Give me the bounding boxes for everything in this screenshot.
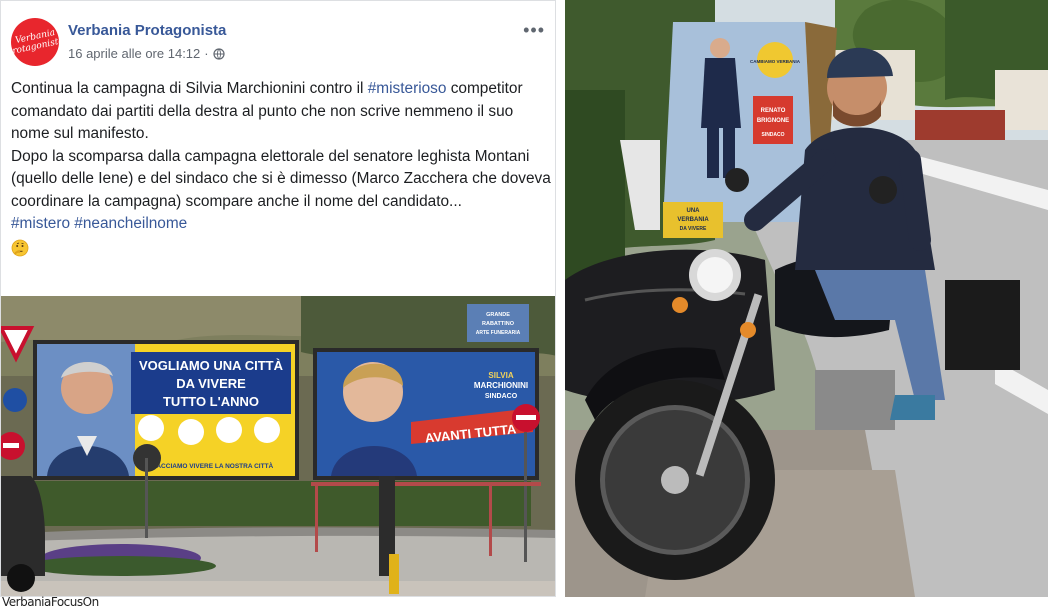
small-sign-line2: RABATTINO [482,321,515,327]
lega-salvini-logo [178,419,204,445]
parked-car [1,476,45,576]
hashtag-neancheilnome-link[interactable]: #neancheilnome [74,215,187,232]
fratelli-italia-logo [254,417,280,443]
small-sign-line3: ARTE FUNERARIA [476,330,521,336]
post-body: Continua la campagna di Silvia Marchioni… [11,78,551,264]
post-header: Verbania Protagonista Verbania Protagoni… [11,18,547,68]
billboard-right-name-1: SILVIA [488,371,513,380]
billboard-right-name-2: MARCHIONINI [474,381,528,390]
source-caption: VerbaniaFocusOn [2,595,99,609]
billboard-left-line1: VOGLIAMO UNA CITTÀ [139,358,284,373]
globe-icon[interactable] [213,47,225,60]
billboard-right-name-3: SINDACO [485,393,518,400]
billboard-photo[interactable]: VOGLIAMO UNA CITTÀ DA VIVERE TUTTO L'ANN… [1,296,555,596]
post-text-intro: Continua la campagna di Silvia Marchioni… [11,80,368,97]
billboard-scene: VOGLIAMO UNA CITTÀ DA VIVERE TUTTO L'ANN… [1,296,555,596]
small-sign-line1: GRANDE [486,312,510,318]
post-hashtags: #mistero #neancheilnome [11,213,551,236]
league-logo [138,415,164,441]
poster-name-3: SINDACO [761,132,784,138]
keep-right-sign [3,388,27,412]
page-name-link[interactable]: Verbania Protagonista [68,22,226,39]
candidate-motorcycle-photo[interactable]: CAMBIAMO VERBANIA RENATO BRIGNONE SINDAC… [565,0,1048,597]
poster-badge-text: CAMBIAMO VERBANIA [750,59,801,64]
facebook-post: Verbania Protagonista Verbania Protagoni… [0,0,556,597]
post-meta: 16 aprile alle ore 14:12 · [68,46,225,61]
billboard-left-footer: FACCIAMO VIVERE LA NOSTRA CITTÀ [153,461,274,470]
thinking-face-emoji [11,239,29,256]
poster-name-1: RENATO [761,108,786,114]
forza-italia-logo [216,417,242,443]
post-paragraph-2: Dopo la scomparsa dalla campagna elettor… [11,147,551,210]
post-timestamp[interactable]: 16 aprile alle ore 14:12 [68,46,200,61]
engine [815,370,895,430]
pannier-box [945,280,1020,370]
rider-shoe [890,395,935,420]
poster-slogan-2: VERBANIA [677,217,709,223]
poster-name-2: BRIGNONE [757,118,789,124]
hashtag-mistero-link[interactable]: #mistero [11,215,70,232]
motorcycle-scene: CAMBIAMO VERBANIA RENATO BRIGNONE SINDAC… [565,0,1048,597]
meta-separator: · [204,46,209,61]
poster-slogan-1: UNA [687,208,701,214]
poster-slogan-3: DA VIVERE [680,226,707,232]
billboard-left-line3: TUTTO L'ANNO [163,394,259,409]
post-paragraph-1: Continua la campagna di Silvia Marchioni… [11,78,551,146]
billboard-left-line2: DA VIVERE [176,376,246,391]
page-avatar[interactable]: Verbania Protagonista [11,18,59,66]
hashtag-misterioso-link[interactable]: #misterioso [368,80,447,97]
more-options-icon[interactable]: ••• [523,20,545,41]
